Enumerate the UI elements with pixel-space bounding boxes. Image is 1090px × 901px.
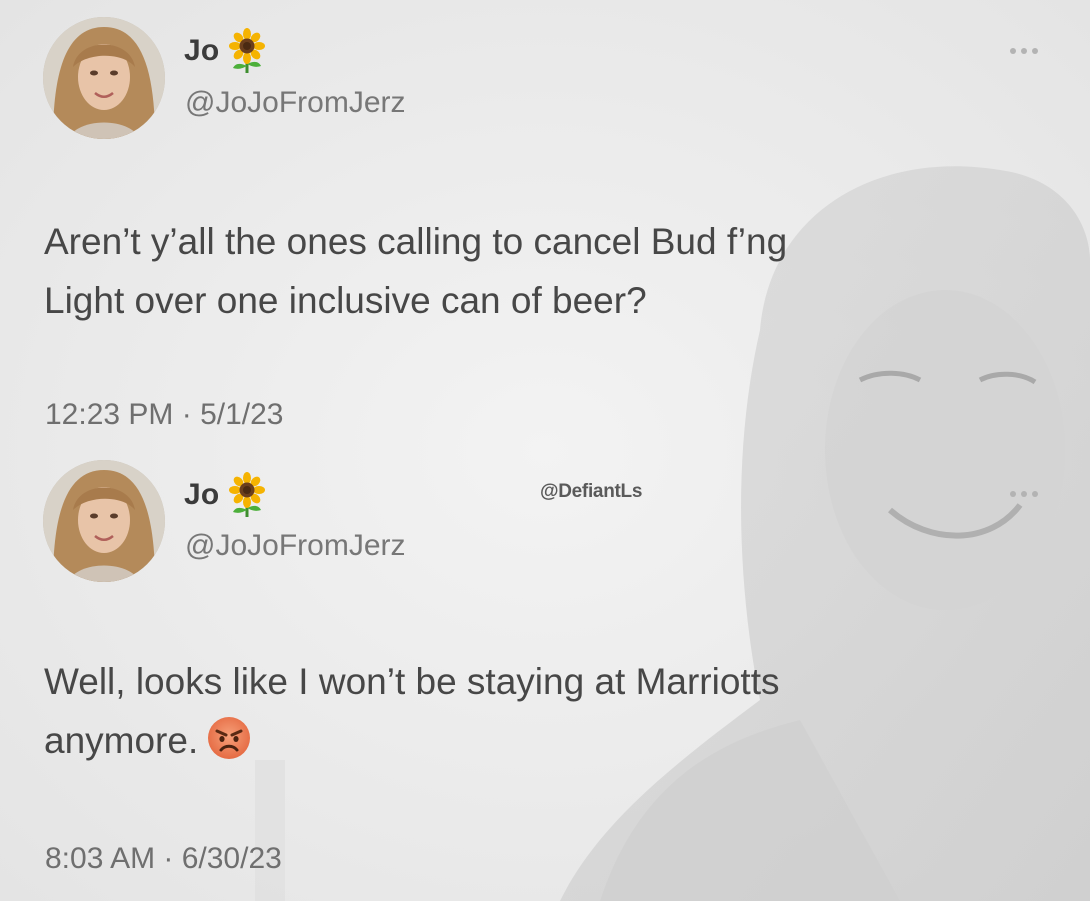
tweet-timestamp[interactable]: 12:23 PM · 5/1/23 <box>45 398 283 432</box>
display-name[interactable]: Jo <box>184 478 219 512</box>
tweet-1[interactable]: Jo @JoJoFromJerz Aren’t y’all the ones c… <box>0 0 1090 450</box>
tweet-text: Aren’t y’all the ones calling to cancel … <box>44 212 1024 330</box>
tweet-text-line: Light over one inclusive can of beer? <box>44 280 647 321</box>
user-handle[interactable]: @JoJoFromJerz <box>185 86 406 120</box>
tweet-text: Well, looks like I won’t be staying at M… <box>44 652 1024 770</box>
angry-face-icon <box>208 717 251 759</box>
sunflower-icon <box>229 28 266 73</box>
user-handle[interactable]: @JoJoFromJerz <box>185 529 406 563</box>
sunflower-icon <box>229 472 266 517</box>
tweet-text-line: Well, looks like I won’t be staying at M… <box>44 661 780 702</box>
more-options-icon[interactable] <box>1010 491 1038 497</box>
display-name[interactable]: Jo <box>184 34 219 68</box>
avatar[interactable] <box>43 460 165 582</box>
more-options-icon[interactable] <box>1010 48 1038 54</box>
tweet-2[interactable]: Jo @JoJoFromJerz Well, looks like I won’… <box>0 450 1090 901</box>
avatar[interactable] <box>43 17 165 139</box>
tweet-text-line: anymore. <box>44 720 199 761</box>
tweet-text-line-with-emoji: anymore. <box>44 711 1024 770</box>
tweet-text-line: Aren’t y’all the ones calling to cancel … <box>44 221 788 262</box>
tweet-timestamp[interactable]: 8:03 AM · 6/30/23 <box>45 842 282 876</box>
